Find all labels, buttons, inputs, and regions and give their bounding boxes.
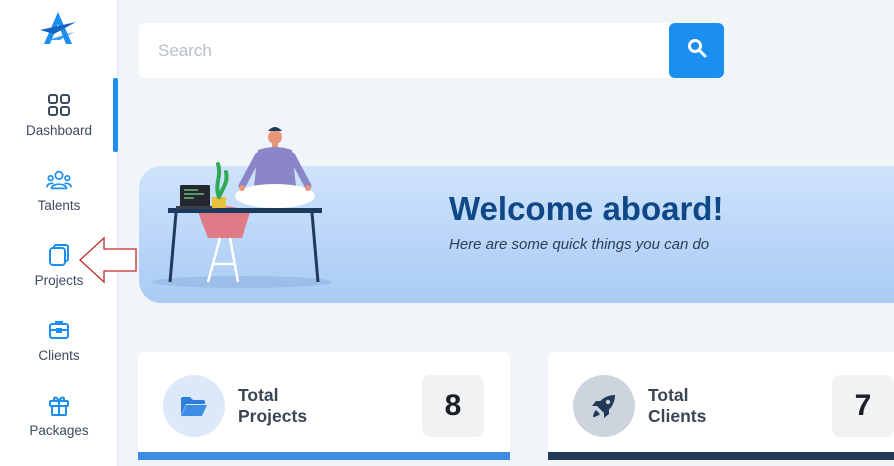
welcome-subtitle: Here are some quick things you can do	[449, 236, 710, 253]
search-icon	[687, 38, 707, 63]
app-logo[interactable]	[38, 10, 78, 50]
rocket-icon	[573, 375, 635, 437]
sidebar-item-clients[interactable]: Clients	[0, 303, 118, 375]
grid-icon	[46, 92, 72, 118]
gift-icon	[46, 392, 72, 418]
stat-value: 8	[422, 375, 484, 437]
card-accent-bar	[548, 452, 894, 460]
sidebar-item-packages[interactable]: Packages	[0, 378, 118, 450]
sidebar-item-label: Talents	[37, 198, 81, 213]
sidebar-item-label: Projects	[34, 273, 84, 288]
sidebar-item-talents[interactable]: Talents	[0, 153, 118, 225]
sidebar-item-label: Dashboard	[25, 123, 93, 138]
search-button[interactable]	[669, 23, 724, 78]
total-projects-card[interactable]: Total Projects 8	[138, 352, 510, 460]
sidebar-item-label: Clients	[38, 348, 80, 363]
stat-label: Total Clients	[648, 385, 707, 426]
search-input[interactable]	[139, 23, 669, 78]
users-icon	[46, 167, 72, 193]
welcome-title: Welcome aboard!	[449, 190, 724, 227]
stat-label: Total Projects	[238, 385, 308, 426]
briefcase-icon	[46, 317, 72, 343]
card-accent-bar	[138, 452, 510, 460]
stat-value: 7	[832, 375, 894, 437]
sidebar: Dashboard Talents Projects Clients Packa…	[0, 0, 118, 466]
sidebar-item-label: Packages	[29, 423, 89, 438]
sidebar-item-dashboard[interactable]: Dashboard	[0, 78, 118, 152]
folder-open-icon	[163, 375, 225, 437]
total-clients-card[interactable]: Total Clients 7	[548, 352, 894, 460]
projects-icon	[46, 242, 72, 268]
meditation-illustration	[152, 127, 332, 288]
pointer-arrow-icon	[79, 236, 137, 284]
